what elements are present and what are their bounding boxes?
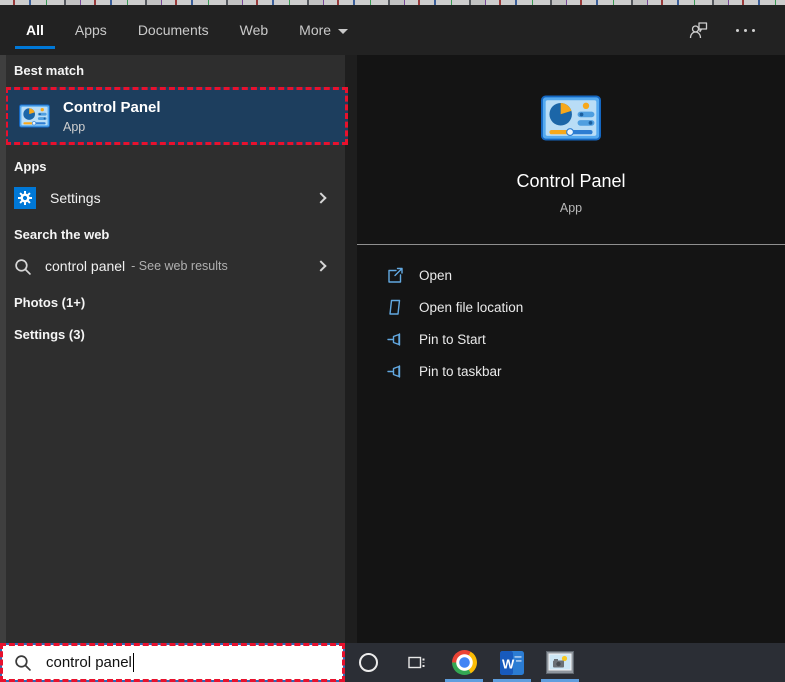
web-search-suffix: - See web results	[131, 259, 228, 273]
word-button[interactable]	[489, 643, 535, 682]
pin-icon	[387, 331, 404, 348]
preview-app-title: Control Panel	[516, 171, 625, 192]
chrome-icon	[452, 650, 477, 675]
result-row-web-search[interactable]: control panel - See web results	[0, 249, 345, 283]
chrome-button[interactable]	[441, 643, 487, 682]
cortana-button[interactable]	[345, 643, 391, 682]
action-pin-to-start[interactable]: Pin to Start	[387, 323, 785, 355]
best-match-subtitle: App	[63, 120, 161, 134]
taskbar-search-input[interactable]: control panel	[0, 643, 345, 682]
best-match-header: Best match	[0, 63, 345, 79]
action-pin-to-taskbar[interactable]: Pin to taskbar	[387, 355, 785, 387]
tab-all[interactable]: All	[24, 8, 46, 52]
task-view-button[interactable]	[393, 643, 439, 682]
tab-documents-label: Documents	[138, 22, 209, 38]
task-view-icon	[407, 654, 426, 671]
best-match-title: Control Panel	[63, 98, 161, 117]
results-panel: Best match Control Panel App Apps Settin…	[0, 55, 345, 643]
photos-icon	[546, 651, 574, 674]
action-open[interactable]: Open	[387, 259, 785, 291]
chevron-right-icon	[315, 192, 326, 203]
preview-actions: Open Open file location Pin to Start Pin…	[357, 245, 785, 387]
search-input-value: control panel	[46, 654, 132, 671]
open-icon	[387, 267, 404, 284]
control-panel-icon-large	[541, 95, 601, 141]
taskbar-row: control panel	[0, 643, 785, 682]
tab-apps[interactable]: Apps	[73, 8, 109, 52]
chevron-right-icon	[315, 260, 326, 271]
settings-count-section-header[interactable]: Settings (3)	[0, 327, 345, 343]
photos-section-header[interactable]: Photos (1+)	[0, 295, 345, 311]
taskbar	[345, 643, 785, 682]
tab-web-label: Web	[240, 22, 269, 38]
word-icon	[500, 651, 524, 675]
settings-gear-icon	[14, 187, 36, 209]
tab-documents[interactable]: Documents	[136, 8, 211, 52]
tab-more-label: More	[299, 22, 331, 38]
results-scrollbar[interactable]	[0, 55, 6, 643]
preview-panel: Control Panel App Open Open file locatio…	[357, 55, 785, 643]
header-right-icons	[688, 21, 761, 39]
search-web-section-header: Search the web	[0, 227, 345, 243]
action-open-label: Open	[419, 268, 452, 283]
control-panel-icon	[19, 104, 50, 128]
preview-app-subtitle: App	[560, 201, 582, 215]
tab-apps-label: Apps	[75, 22, 107, 38]
search-icon	[14, 654, 31, 671]
photos-button[interactable]	[537, 643, 583, 682]
best-match-result-control-panel[interactable]: Control Panel App	[5, 87, 348, 145]
web-search-query: control panel	[45, 258, 125, 274]
search-icon	[14, 258, 31, 275]
result-row-settings[interactable]: Settings	[0, 181, 345, 215]
action-pin-to-start-label: Pin to Start	[419, 332, 486, 347]
text-caret	[133, 653, 135, 672]
search-filter-tabs: All Apps Documents Web More	[0, 5, 785, 55]
pin-icon	[387, 363, 404, 380]
action-pin-to-taskbar-label: Pin to taskbar	[419, 364, 502, 379]
feedback-icon[interactable]	[688, 21, 708, 39]
ellipsis-icon[interactable]	[736, 29, 755, 32]
action-open-file-location-label: Open file location	[419, 300, 523, 315]
action-open-file-location[interactable]: Open file location	[387, 291, 785, 323]
tab-more[interactable]: More	[297, 8, 350, 52]
cortana-icon	[359, 653, 378, 672]
apps-section-header: Apps	[0, 159, 345, 175]
best-match-text: Control Panel App	[63, 98, 161, 134]
open-file-location-icon	[387, 299, 404, 316]
windows-search-screen: All Apps Documents Web More Best match C…	[0, 0, 785, 682]
search-results-body: Best match Control Panel App Apps Settin…	[0, 55, 785, 643]
settings-row-label: Settings	[50, 190, 101, 206]
tab-all-label: All	[26, 22, 44, 38]
chevron-down-icon	[338, 29, 348, 34]
tab-web[interactable]: Web	[238, 8, 271, 52]
